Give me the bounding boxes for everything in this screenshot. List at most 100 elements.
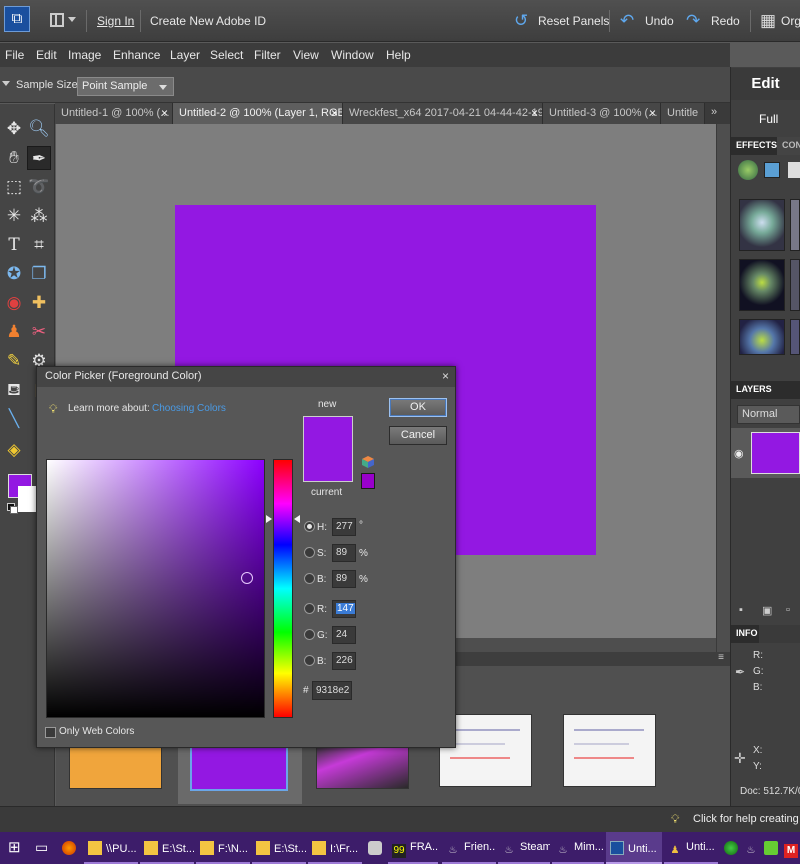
- layer-thumbnail[interactable]: [751, 432, 800, 474]
- tray-mcafee-icon[interactable]: M: [782, 832, 800, 864]
- close-tab-icon[interactable]: ×: [331, 106, 338, 120]
- windows-start-icon[interactable]: ⊞: [0, 832, 30, 864]
- background-color-swatch[interactable]: [18, 486, 36, 512]
- close-tab-icon[interactable]: ×: [531, 106, 538, 120]
- straighten-tool-icon[interactable]: ❐: [27, 262, 51, 286]
- bin-thumbnail-untitled-4[interactable]: [563, 714, 656, 787]
- quick-selection-tool-icon[interactable]: ⁂: [27, 204, 51, 228]
- firefox-icon[interactable]: [58, 832, 82, 864]
- hue-slider-right-arrow-icon[interactable]: [294, 515, 300, 523]
- effects-tab[interactable]: EFFECTS: [731, 137, 777, 155]
- blur-tool-icon[interactable]: ◈: [2, 438, 26, 462]
- crop-tool-icon[interactable]: ⌗: [27, 233, 51, 257]
- tab-untitled-1[interactable]: Untitled-1 @ 100% (... ×: [55, 103, 173, 124]
- paint-bucket-tool-icon[interactable]: ⛾: [2, 378, 26, 402]
- red-radio[interactable]: [304, 603, 315, 614]
- taskbar-item-friends[interactable]: ♨ Frien...: [442, 832, 496, 864]
- effect-thumbnail[interactable]: [739, 199, 785, 251]
- menu-edit[interactable]: Edit: [36, 48, 57, 62]
- green-radio[interactable]: [304, 629, 315, 640]
- taskbar-item-photoshop-elements[interactable]: Unti...: [606, 832, 662, 864]
- content-tab[interactable]: CONTE: [777, 137, 800, 155]
- blue-input[interactable]: 226: [332, 652, 356, 670]
- tab-untitled-2[interactable]: Untitled-2 @ 100% (Layer 1, RGB/8) * ×: [173, 103, 343, 124]
- effects-styles-icon[interactable]: [764, 162, 780, 178]
- effect-thumbnail[interactable]: [790, 259, 800, 311]
- hex-input[interactable]: 9318e2: [312, 681, 352, 700]
- green-input[interactable]: 24: [332, 626, 356, 644]
- taskbar-item-mim[interactable]: ♨ Mim...: [552, 832, 604, 864]
- tab-untitled-4[interactable]: Untitle: [661, 103, 705, 124]
- sign-in-link[interactable]: Sign In: [97, 14, 134, 28]
- menu-enhance[interactable]: Enhance: [113, 48, 160, 62]
- bin-menu-icon[interactable]: ≡: [718, 652, 724, 663]
- sample-size-select[interactable]: Point Sample: [77, 77, 174, 96]
- out-of-gamut-cube-icon[interactable]: [362, 456, 374, 468]
- effects-photo-icon[interactable]: [788, 162, 800, 178]
- game-app-icon[interactable]: [364, 832, 388, 864]
- taskbar-item-steam[interactable]: ♨ Steam: [498, 832, 550, 864]
- marquee-tool-icon[interactable]: ⬚: [2, 175, 26, 199]
- brush-tool-icon[interactable]: ✎: [2, 349, 26, 373]
- saturation-brightness-field[interactable]: [46, 459, 265, 718]
- taskbar-item-folder-1[interactable]: \\PU...: [84, 832, 138, 864]
- tray-nvidia-icon[interactable]: [762, 832, 780, 864]
- saturation-input[interactable]: 89: [332, 544, 356, 562]
- redo-button[interactable]: Redo: [711, 14, 740, 28]
- clone-stamp-tool-icon[interactable]: ♟: [2, 320, 26, 344]
- cancel-button[interactable]: Cancel: [389, 426, 447, 445]
- tab-wreckfest[interactable]: Wreckfest_x64 2017-04-21 04-44-42-19.jpg…: [343, 103, 543, 124]
- red-eye-tool-icon[interactable]: ◉: [2, 291, 26, 315]
- bin-thumbnail-cell[interactable]: [552, 696, 676, 804]
- create-adobe-id-link[interactable]: Create New Adobe ID: [150, 14, 266, 28]
- menu-window[interactable]: Window: [331, 48, 374, 62]
- custom-shape-tool-icon[interactable]: ╲: [2, 407, 26, 431]
- web-safe-color-swatch[interactable]: [361, 473, 375, 489]
- close-icon[interactable]: ×: [442, 369, 449, 383]
- blue-radio[interactable]: [304, 655, 315, 666]
- blend-mode-select[interactable]: Normal: [737, 405, 800, 424]
- red-input[interactable]: 147: [332, 600, 356, 618]
- task-view-icon[interactable]: ▭: [30, 832, 56, 864]
- panel-layout-button[interactable]: [48, 12, 78, 30]
- vertical-scrollbar[interactable]: [716, 124, 730, 652]
- hue-slider[interactable]: [273, 459, 293, 718]
- move-tool-icon[interactable]: ✥: [2, 117, 26, 141]
- saturation-radio[interactable]: [304, 547, 315, 558]
- close-tab-icon[interactable]: ×: [161, 106, 168, 120]
- brightness-input[interactable]: 89: [332, 570, 356, 588]
- reset-panels-button[interactable]: Reset Panels: [538, 14, 609, 28]
- effect-thumbnail[interactable]: [790, 199, 800, 251]
- choosing-colors-link[interactable]: Choosing Colors: [152, 403, 226, 414]
- tray-app-icon[interactable]: [722, 832, 740, 864]
- type-tool-icon[interactable]: T: [2, 233, 26, 257]
- hue-slider-left-arrow-icon[interactable]: [266, 515, 272, 523]
- organizer-button[interactable]: Orga: [781, 14, 800, 28]
- hue-input[interactable]: 277: [332, 518, 356, 536]
- more-tabs-icon[interactable]: »: [711, 106, 717, 118]
- menu-select[interactable]: Select: [210, 48, 243, 62]
- menu-filter[interactable]: Filter: [254, 48, 281, 62]
- eyedropper-tool-icon[interactable]: ✒: [27, 146, 51, 170]
- zoom-tool-icon[interactable]: 🔍︎: [27, 117, 51, 141]
- close-tab-icon[interactable]: ×: [649, 106, 656, 120]
- menu-layer[interactable]: Layer: [170, 48, 200, 62]
- layer-visibility-eye-icon[interactable]: ◉: [734, 447, 744, 460]
- tab-untitled-3[interactable]: Untitled-3 @ 100% (... ×: [543, 103, 661, 124]
- mask-layer-icon[interactable]: ▫: [786, 604, 790, 616]
- only-web-colors-checkbox[interactable]: [45, 727, 56, 738]
- taskbar-item-fraps[interactable]: 99 FRA...: [388, 832, 438, 864]
- undo-button[interactable]: Undo: [645, 14, 674, 28]
- healing-brush-tool-icon[interactable]: ✚: [27, 291, 51, 315]
- default-colors-icon[interactable]: [7, 503, 18, 514]
- hand-tool-icon[interactable]: ✋︎: [2, 146, 26, 170]
- effect-thumbnail[interactable]: [739, 259, 785, 311]
- magic-wand-tool-icon[interactable]: ✳: [2, 204, 26, 228]
- tray-steam-icon[interactable]: ♨: [742, 832, 760, 864]
- menu-view[interactable]: View: [293, 48, 319, 62]
- menu-file[interactable]: File: [5, 48, 24, 62]
- taskbar-item-folder-4[interactable]: E:\St...: [252, 832, 306, 864]
- new-layer-icon[interactable]: ▣: [762, 604, 772, 617]
- effect-thumbnail[interactable]: [790, 319, 800, 355]
- menu-help[interactable]: Help: [386, 48, 411, 62]
